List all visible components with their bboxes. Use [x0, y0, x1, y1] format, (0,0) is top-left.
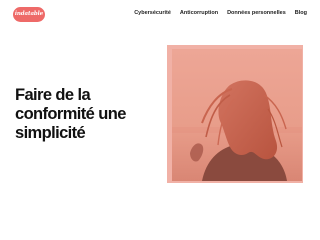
brand-logo[interactable]: indatable	[13, 7, 45, 22]
woman-silhouette-illustration	[172, 49, 302, 181]
main-nav: Cybersécurité Anticorruption Données per…	[134, 10, 307, 16]
nav-item-anticorruption[interactable]: Anticorruption	[180, 10, 218, 16]
hero-headline: Faire de la conformité une simplicité	[15, 86, 126, 142]
nav-item-blog[interactable]: Blog	[295, 10, 307, 16]
hero-image	[172, 49, 302, 181]
nav-item-donnees-personnelles[interactable]: Données personnelles	[227, 10, 286, 16]
nav-item-cybersecurite[interactable]: Cybersécurité	[134, 10, 171, 16]
